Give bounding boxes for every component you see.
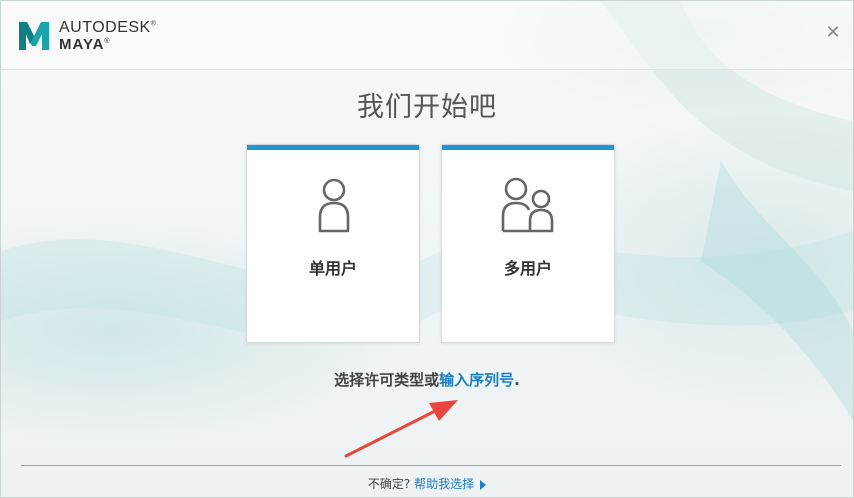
enter-serial-link[interactable]: 输入序列号 — [439, 371, 514, 389]
brand-maya: MAYA® — [59, 36, 111, 53]
help-me-choose-link[interactable]: 帮助我选择 — [414, 477, 474, 491]
footer-divider — [21, 465, 841, 466]
header-bar: AUTODESK® MAYA® ✕ — [1, 1, 853, 70]
dialog-window: AUTODESK® MAYA® ✕ 我们开始吧 单用户 多用户 选择许可类型或输… — [0, 0, 854, 498]
maya-logo-icon — [19, 22, 49, 50]
footer-help: 不确定? 帮助我选择 — [1, 475, 853, 492]
license-prompt-text: 选择许可类型或 — [334, 371, 440, 389]
card-accent-bar — [247, 145, 419, 150]
single-user-card[interactable]: 单用户 — [246, 144, 420, 343]
single-user-icon — [318, 178, 350, 233]
background-swoosh — [1, 1, 853, 421]
page-title: 我们开始吧 — [357, 92, 497, 123]
multi-user-card[interactable]: 多用户 — [441, 144, 615, 343]
close-icon: ✕ — [825, 22, 841, 43]
brand-autodesk: AUTODESK® — [59, 19, 157, 36]
license-prompt: 选择许可类型或输入序列号. — [1, 369, 853, 390]
license-suffix: . — [514, 371, 520, 389]
close-button[interactable]: ✕ — [823, 23, 843, 43]
chevron-right-icon[interactable] — [480, 479, 487, 490]
single-user-label: 单用户 — [308, 259, 357, 278]
multi-user-icon — [501, 177, 554, 233]
unsure-text: 不确定? — [367, 477, 411, 491]
multi-user-label: 多用户 — [503, 259, 552, 278]
card-accent-bar — [442, 145, 614, 150]
annotation-arrow — [344, 400, 458, 458]
